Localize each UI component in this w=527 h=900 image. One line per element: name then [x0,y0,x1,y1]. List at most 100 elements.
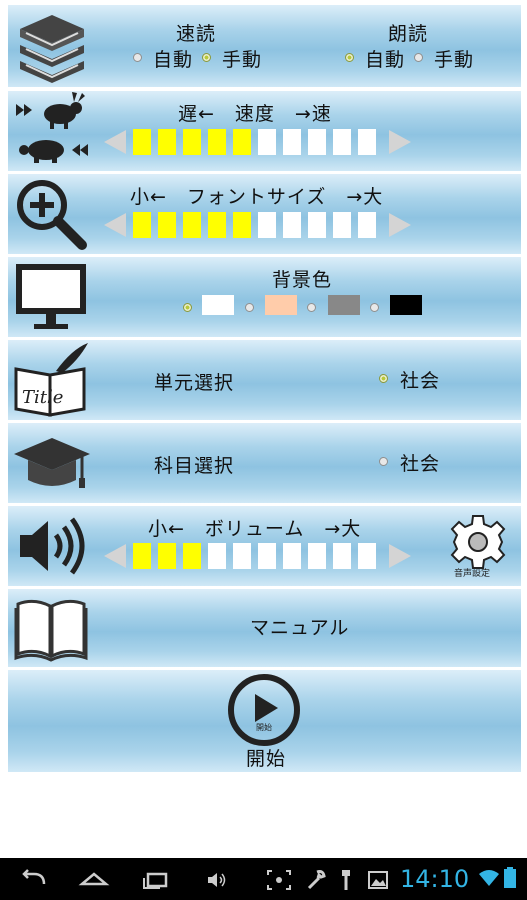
bg-peach-swatch[interactable] [265,295,297,315]
volume-level-bar [133,543,383,569]
font-size-increase-arrow[interactable] [389,213,411,237]
rabbit-turtle-icon [16,92,88,163]
level-segment[interactable] [358,129,376,155]
bg-gray-radio[interactable] [307,303,316,312]
level-segment[interactable] [233,212,251,238]
gear-icon [450,515,506,569]
level-segment[interactable] [258,129,276,155]
font-size-slider[interactable] [104,211,411,239]
level-segment[interactable] [158,543,176,569]
level-segment[interactable] [308,129,326,155]
read-aloud-title: 朗読 [388,23,429,45]
level-segment[interactable] [233,129,251,155]
home-icon[interactable] [78,868,110,892]
read-aloud-manual-radio[interactable] [414,53,423,62]
level-segment[interactable] [158,212,176,238]
subject-selection-label: 科目選択 [154,455,235,477]
font-size-level-bar [133,212,383,238]
level-segment[interactable] [333,129,351,155]
level-segment[interactable] [183,212,201,238]
unit-selection-label: 単元選択 [154,372,235,394]
subject-selection-row[interactable]: 科目選択 社会 [8,422,521,503]
speed-decrease-arrow[interactable] [104,130,126,154]
volume-system-icon[interactable] [205,868,229,892]
start-icon-text: 開始 [256,723,272,732]
manual-row[interactable]: マニュアル [8,588,521,667]
level-segment[interactable] [208,129,226,155]
speed-reading-auto-label[interactable]: 自動 [153,45,193,72]
level-segment[interactable] [358,543,376,569]
speaker-icon [20,517,85,575]
clock: 14:10 [400,865,470,893]
speed-increase-arrow[interactable] [389,130,411,154]
font-size-decrease-arrow[interactable] [104,213,126,237]
bg-white-radio[interactable] [183,303,192,312]
svg-text:Title: Title [22,387,63,408]
bg-black-radio[interactable] [370,303,379,312]
wrench-icon [307,870,326,890]
subject-selected-radio[interactable] [379,457,388,466]
level-segment[interactable] [308,543,326,569]
speed-reading-auto-radio[interactable] [133,53,142,62]
unit-selection-row[interactable]: Title 単元選択 社会 [8,339,521,420]
bg-peach-radio[interactable] [245,303,254,312]
level-segment[interactable] [333,543,351,569]
level-segment[interactable] [183,543,201,569]
unit-selected-value[interactable]: 社会 [400,366,440,393]
level-segment[interactable] [258,543,276,569]
volume-increase-arrow[interactable] [389,544,411,568]
play-icon [228,674,300,746]
level-segment[interactable] [233,543,251,569]
level-segment[interactable] [208,543,226,569]
start-row: 開始 開始 [8,669,521,772]
level-segment[interactable] [258,212,276,238]
graduation-cap-icon [14,438,90,488]
subject-selected-value[interactable]: 社会 [400,449,440,476]
level-segment[interactable] [358,212,376,238]
bg-white-swatch[interactable] [202,295,234,315]
volume-label: 小← ボリューム →大 [148,518,362,540]
book-stack-icon [20,15,84,83]
back-icon[interactable] [18,868,50,892]
open-book-icon [14,599,88,662]
speed-slider[interactable] [104,128,411,156]
speed-reading-manual-label[interactable]: 手動 [222,45,262,72]
level-segment[interactable] [283,212,301,238]
speed-label: 遅← 速度 →速 [178,103,332,125]
volume-decrease-arrow[interactable] [104,544,126,568]
level-segment[interactable] [183,129,201,155]
speed-reading-manual-radio[interactable] [202,53,211,62]
speed-reading-title: 速読 [176,23,217,45]
level-segment[interactable] [133,543,151,569]
level-segment[interactable] [208,212,226,238]
read-aloud-manual-label[interactable]: 手動 [434,45,474,72]
voice-settings-button[interactable]: 音声設定 [448,512,508,579]
manual-label[interactable]: マニュアル [250,613,349,640]
start-button[interactable]: 開始 開始 [226,672,302,770]
bg-black-swatch[interactable] [390,295,422,315]
level-segment[interactable] [158,129,176,155]
level-segment[interactable] [133,129,151,155]
read-aloud-auto-label[interactable]: 自動 [365,45,405,72]
font-size-label: 小← フォントサイズ →大 [130,186,384,208]
unit-selected-radio[interactable] [379,374,388,383]
wifi-icon [479,870,499,886]
zoom-in-icon [17,180,87,250]
volume-slider[interactable] [104,542,411,570]
font-size-row: 小← フォントサイズ →大 [8,173,521,254]
title-book-quill-icon: Title [14,343,88,417]
level-segment[interactable] [283,129,301,155]
read-aloud-auto-radio[interactable] [345,53,354,62]
bg-gray-swatch[interactable] [328,295,360,315]
battery-icon [504,867,516,888]
level-segment[interactable] [333,212,351,238]
background-color-label: 背景色 [272,269,333,291]
start-label[interactable]: 開始 [246,744,286,771]
speed-level-bar [133,129,383,155]
level-segment[interactable] [283,543,301,569]
screenshot-icon [267,870,291,890]
recent-apps-icon[interactable] [140,868,172,892]
level-segment[interactable] [308,212,326,238]
volume-row: 小← ボリューム →大 音声設定 [8,505,521,586]
level-segment[interactable] [133,212,151,238]
